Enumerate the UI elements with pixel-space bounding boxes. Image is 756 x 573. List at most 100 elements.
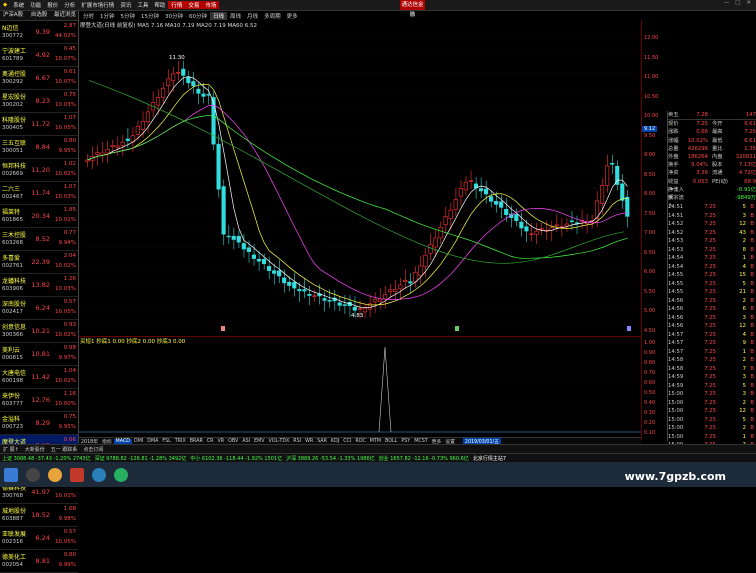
- list-item[interactable]: 宁波建工 601789 4.92 0.45 10.07%: [0, 44, 78, 67]
- menu-item-1[interactable]: 功能: [27, 1, 44, 9]
- list-item[interactable]: 福莱特 601865 20.34 1.85 10.01%: [0, 205, 78, 228]
- quote-label: 换手: [668, 162, 679, 169]
- app-icon[interactable]: [70, 467, 84, 482]
- list-item[interactable]: 美利云 000815 10.81 0.98 9.97%: [0, 343, 78, 366]
- stock-code: 002417: [2, 309, 23, 315]
- menu-item-0[interactable]: 系统: [10, 1, 27, 9]
- period-tab-9[interactable]: 多周期: [261, 12, 284, 20]
- list-tab-1[interactable]: 自选股: [26, 11, 52, 20]
- list-item[interactable]: 三木控股 603268 8.52 0.77 9.94%: [0, 228, 78, 251]
- candle-body: [145, 111, 151, 123]
- menu-item-5[interactable]: 资讯: [117, 1, 134, 9]
- quote-value2: 6.61: [744, 137, 756, 144]
- stock-price: 8.29: [35, 419, 50, 427]
- list-tab-0[interactable]: 沪深A股: [0, 11, 26, 20]
- candle-body: [206, 94, 211, 96]
- list-item[interactable]: 科隆股份 300405 11.72 1.07 10.05%: [0, 113, 78, 136]
- list-item[interactable]: 来伊份 603777 12.76 1.16 10.00%: [0, 389, 78, 412]
- list-item[interactable]: 创意信息 300366 10.21 0.93 10.02%: [0, 320, 78, 343]
- candle-body: [428, 244, 433, 254]
- period-tab-8[interactable]: 月线: [244, 12, 261, 20]
- candle-body: [458, 188, 463, 197]
- menu-hl3[interactable]: 市场: [202, 1, 220, 9]
- list-item[interactable]: 三五互联 300051 8.84 0.80 9.95%: [0, 136, 78, 159]
- browser-icon[interactable]: [48, 467, 62, 482]
- period-tab-6[interactable]: 日线: [210, 11, 228, 20]
- list-item[interactable]: 多喜爱 002761 22.39 2.04 10.02%: [0, 251, 78, 274]
- list-item[interactable]: 二六三 002467 11.74 1.07 10.03%: [0, 182, 78, 205]
- index-item-3[interactable]: 沪深 3889.26 -53.54 -1.33% 1986亿: [284, 455, 377, 462]
- candle-body: [504, 208, 509, 215]
- ext-item-0[interactable]: 扩 展↑: [0, 446, 22, 453]
- search-icon[interactable]: [26, 467, 40, 482]
- chat-icon[interactable]: [114, 467, 128, 482]
- index-item-2[interactable]: 中小 6102.36 -118.44 -1.92% 1501亿: [188, 455, 284, 462]
- menu-hl[interactable]: 行情: [168, 1, 186, 9]
- menu-item-3[interactable]: 分析: [61, 1, 78, 9]
- quote-value: 0.66: [696, 129, 708, 136]
- list-item[interactable]: N迈信 300772 9.39 2.87 44.02%: [0, 21, 78, 44]
- price-tick: 6.00: [644, 269, 656, 275]
- minimize-icon[interactable]: —: [721, 0, 733, 6]
- quote-value: [686, 186, 708, 194]
- ext-item-2[interactable]: 五一 跟踪系: [48, 446, 81, 453]
- stock-name: 创意信息: [2, 324, 27, 331]
- list-item[interactable]: 恒邦科技 002669 11.20 1.02 10.02%: [0, 159, 78, 182]
- list-tab-2[interactable]: 最近浏览: [52, 11, 78, 20]
- list-item[interactable]: 深南股份 002417 6.24 0.57 10.05%: [0, 297, 78, 320]
- list-item[interactable]: 亚联发展 002316 6.24 0.57 10.05%: [0, 527, 78, 550]
- stock-name: 来伊份: [2, 393, 21, 400]
- stock-code: 002316: [2, 539, 23, 545]
- indicator-chart[interactable]: [79, 336, 641, 437]
- maximize-icon[interactable]: □: [732, 0, 743, 6]
- period-tab-0[interactable]: 分时: [80, 12, 97, 20]
- index-item-1[interactable]: 深证 9788.82 -126.81 -1.28% 3492亿: [93, 455, 189, 462]
- broker-button[interactable]: 通达信金融: [400, 0, 425, 18]
- menu-item-7[interactable]: 帮助: [151, 1, 168, 9]
- menu-item-4[interactable]: 扩展市场行情: [78, 1, 117, 9]
- menu-item-6[interactable]: 工具: [134, 1, 151, 9]
- tick-volume: 8: [742, 246, 746, 253]
- stock-list-header: 沪深A股 自选股 最近浏览: [0, 11, 78, 21]
- period-tab-4[interactable]: 30分钟: [162, 12, 186, 20]
- candle-body: [261, 258, 267, 265]
- tick-flag: B: [750, 238, 754, 245]
- stock-code: 300292: [2, 79, 23, 85]
- list-item[interactable]: 德美化工 002054 8.81 0.80 9.99%: [0, 550, 78, 573]
- candle-body: [312, 295, 317, 297]
- list-item[interactable]: 城地股份 603887 18.52 1.68 9.98%: [0, 504, 78, 527]
- stock-price: 13.82: [31, 281, 50, 289]
- candle-body: [443, 216, 448, 225]
- index-item-5[interactable]: 北京行情主站7: [471, 455, 508, 462]
- candle-body: [377, 298, 383, 303]
- period-tab-3[interactable]: 15分钟: [138, 12, 162, 20]
- ext-item-1[interactable]: 大新股份: [22, 446, 48, 453]
- ext-item-3[interactable]: 点击订阅: [80, 446, 106, 453]
- index-item-0[interactable]: 上证 3088.48 -37.43 -1.20% 2743亿: [0, 455, 93, 462]
- stock-name: 奥通控股: [2, 71, 27, 78]
- menu-hl2[interactable]: 交易: [185, 1, 203, 9]
- tick-flag: B: [750, 340, 754, 347]
- list-item[interactable]: 大唐电信 600198 11.42 1.04 10.02%: [0, 366, 78, 389]
- tick-flag: B: [750, 433, 754, 440]
- stock-change: 0.45: [63, 46, 76, 52]
- period-tab-2[interactable]: 5分钟: [118, 12, 139, 20]
- list-item[interactable]: 奥通控股 300292 6.67 0.61 10.07%: [0, 67, 78, 90]
- ie-icon[interactable]: [92, 467, 106, 482]
- kline-chart[interactable]: 11.30 4.83: [79, 20, 641, 335]
- windows-start-icon[interactable]: [4, 467, 18, 482]
- candle-body: [140, 120, 145, 130]
- menu-item-2[interactable]: 报价: [44, 1, 61, 9]
- period-tab-1[interactable]: 1分钟: [97, 12, 118, 20]
- candle-body: [322, 298, 327, 301]
- stock-change-pct: 10.05%: [55, 125, 76, 131]
- index-item-4[interactable]: 创业 1657.82 -12.16 -0.73% 960.6亿: [377, 455, 471, 462]
- list-item[interactable]: 星宏股份 300202 8.23 0.75 10.03%: [0, 90, 78, 113]
- close-icon[interactable]: ✕: [743, 0, 754, 6]
- list-item[interactable]: 金溢科 000723 8.29 0.75 9.95%: [0, 412, 78, 435]
- list-item[interactable]: 龙蟠科技 603906 13.82 1.26 10.03%: [0, 274, 78, 297]
- stock-price: 6.24: [35, 534, 50, 542]
- period-tab-5[interactable]: 60分钟: [186, 12, 210, 20]
- period-tab-10[interactable]: 更多: [284, 12, 301, 20]
- period-tab-7[interactable]: 周线: [227, 12, 244, 20]
